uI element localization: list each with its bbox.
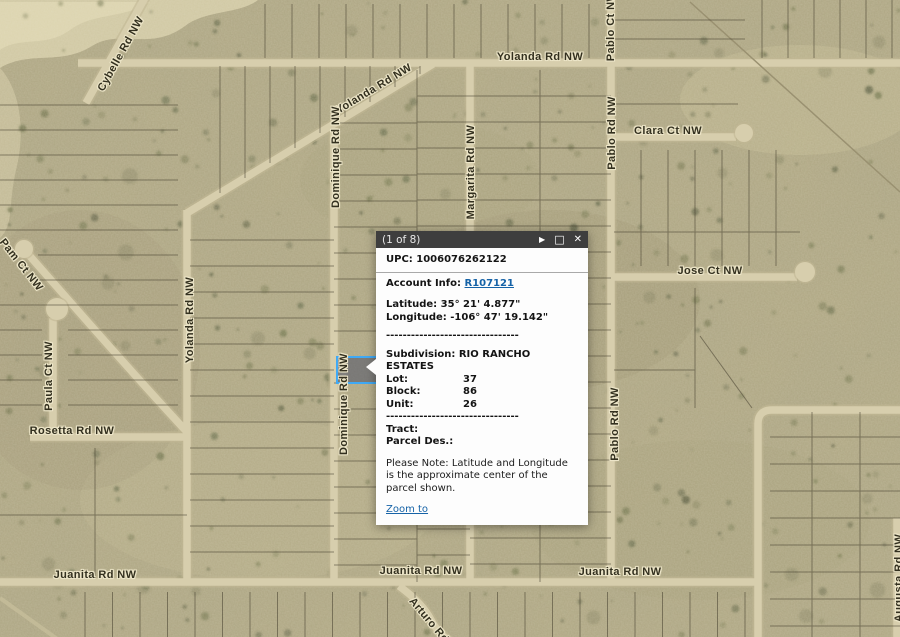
popup-title: (1 of 8) <box>382 234 420 246</box>
block-row: Block: 86 <box>386 386 578 399</box>
unit-label: Unit: <box>386 399 463 412</box>
longitude-text: Longitude: -106° 47' 19.142" <box>386 312 578 325</box>
unit-row: Unit: 26 <box>386 399 578 412</box>
account-info-label: Account Info: <box>386 278 461 289</box>
zoom-to-link[interactable]: Zoom to <box>386 504 428 515</box>
dashed-divider: -------------------------------- <box>386 411 578 424</box>
account-info-link[interactable]: R107121 <box>465 278 514 289</box>
upc-text: UPC: 1006076262122 <box>386 254 578 267</box>
block-value: 86 <box>463 386 477 399</box>
note-text: Please Note: Latitude and Longitude is t… <box>386 458 578 496</box>
popup-callout-arrow <box>366 359 376 375</box>
next-feature-icon[interactable]: ▶ <box>539 236 545 244</box>
unit-value: 26 <box>463 399 477 412</box>
divider-line <box>376 272 588 273</box>
latitude-text: Latitude: 35° 21' 4.877" <box>386 299 578 312</box>
map-viewport[interactable]: Yolanda Rd NWYolanda Rd NWCybelle Rd NWD… <box>0 0 900 637</box>
close-icon[interactable]: ✕ <box>574 235 582 245</box>
lot-label: Lot: <box>386 374 463 387</box>
account-info-row: Account Info: R107121 <box>386 278 578 291</box>
dashed-divider: -------------------------------- <box>386 330 578 343</box>
popup-titlebar: (1 of 8) ▶ □ ✕ <box>376 231 588 248</box>
lot-value: 37 <box>463 374 477 387</box>
popup-body: UPC: 1006076262122 Account Info: R107121… <box>376 248 588 525</box>
tract-label: Tract: <box>386 424 578 437</box>
maximize-icon[interactable]: □ <box>554 234 564 245</box>
subdivision-text: Subdivision: RIO RANCHO ESTATES <box>386 349 578 374</box>
identify-popup: (1 of 8) ▶ □ ✕ UPC: 1006076262122 Accoun… <box>376 231 588 525</box>
lot-row: Lot: 37 <box>386 374 578 387</box>
parcel-des-label: Parcel Des.: <box>386 436 578 449</box>
block-label: Block: <box>386 386 463 399</box>
